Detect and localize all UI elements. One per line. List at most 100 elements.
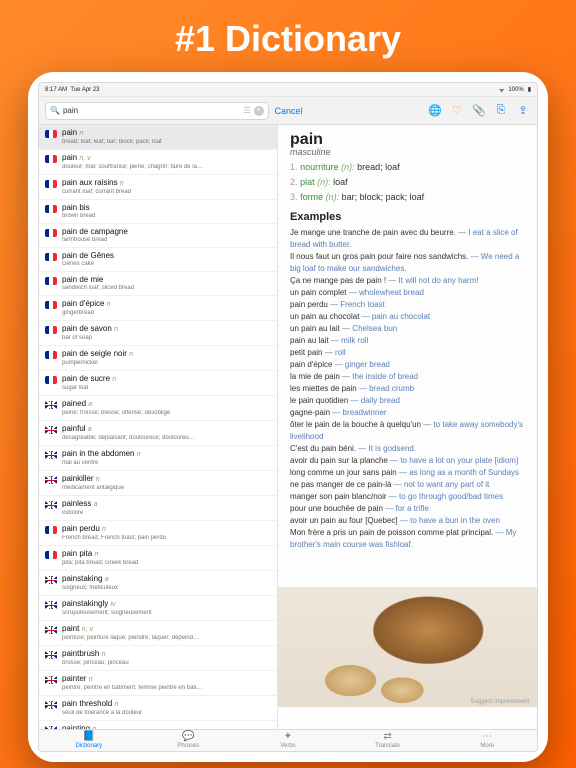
example: pain d'épice — ginger bread [290,359,525,371]
flag-icon [45,701,57,709]
cancel-button[interactable]: Cancel [275,106,303,116]
headword: pain de campagne [62,227,271,237]
flag-icon [45,476,57,484]
headword: painstaking a [62,574,271,585]
suggest-link[interactable]: Suggest improvement [471,699,529,705]
gloss: peiné; froissé; blessé; offensé; désobli… [62,410,271,417]
battery-icon: ▮ [528,86,531,93]
gloss: scrupuleusement; soigneusement [62,610,271,617]
list-item[interactable]: pain de GênesGênes cake [39,248,277,272]
list-item[interactable]: pain de miesandwich loaf; sliced bread [39,272,277,296]
list-item[interactable]: pain de sucre nsugar loaf [39,371,277,396]
tab-label: Dictionary [75,743,102,749]
flag-icon [45,301,57,309]
flag-icon [45,130,57,138]
gloss: seuil de tolérance à la douleur [62,710,271,717]
gloss: currant loaf; currant bread [62,189,271,196]
filter-icon[interactable]: ☰ [243,106,250,115]
book-icon[interactable]: ⎘ [493,103,509,119]
example: Ça ne mange pas de pain ! — It will not … [290,275,525,287]
example: long comme un jour sans pain — as long a… [290,467,525,479]
headword: pain aux raisins n [62,178,271,189]
headword: painter n [62,674,271,685]
list-item[interactable]: painter npeintre; peintre en bâtiment; f… [39,671,277,696]
example: gagne-pain — breadwinner [290,407,525,419]
headword: pain pita n [62,549,271,560]
list-item[interactable]: pain pita npita; pita bread; Greek bread [39,546,277,571]
flag-icon [45,376,57,384]
gloss: brosse; pinceau; pinceau [62,660,271,667]
list-item[interactable]: pain de seigle noir npumpernickel [39,346,277,371]
list-item[interactable]: painful adésagréable; déplaisant; doulou… [39,421,277,446]
detail-headword: pain [290,133,525,146]
list-item[interactable]: pain threshold nseuil de tolérance à la … [39,696,277,721]
list-item[interactable]: painkiller nmédicament antalgique [39,471,277,496]
example: ôter le pain de la bouche à quelqu'un — … [290,419,525,443]
tab-translate[interactable]: ⇄Translate [338,730,438,751]
tab-dictionary[interactable]: 📘Dictionary [39,730,139,751]
search-input[interactable] [63,106,240,115]
battery-pct: 100% [508,87,523,93]
tab-icon: 📘 [83,732,95,742]
sense: 3. forme (n): bar; block; pack; loaf [290,191,525,204]
gloss: brown bread [62,213,271,220]
list-item[interactable]: pain n, vdouleur; mal; souffrance; peine… [39,150,277,175]
list-item[interactable]: pain in the abdomen nmal au ventre [39,446,277,471]
example: petit pain — roll [290,347,525,359]
status-time: 8:17 AM [45,87,67,93]
list-item[interactable]: painstaking asoigneux; méticuleux [39,571,277,596]
flag-icon [45,155,57,163]
search-field[interactable]: 🔍 ☰ × [45,102,269,120]
list-item[interactable]: pain nbread; loaf; leaf; bar; block; pac… [39,125,277,150]
tab-verbs[interactable]: ✦Verbs [238,730,338,751]
list-item[interactable]: pain bisbrown bread [39,200,277,224]
gender: masculine [290,146,525,159]
hero-title: #1 Dictionary [175,18,401,60]
example: Je mange une tranche de pain avec du beu… [290,227,525,251]
gloss: pumpernickel [62,360,271,367]
list-item[interactable]: pain de savon nbar of soap [39,321,277,346]
headword: pain threshold n [62,699,271,710]
share-icon[interactable]: ⇪ [515,103,531,119]
gloss: bar of soap [62,335,271,342]
detail-pane: painmasculine 1. nourriture (n): bread; l… [278,125,537,729]
gloss: bread; loaf; leaf; bar; block; pack; loa… [62,139,271,146]
headword: pain in the abdomen n [62,449,271,460]
tab-phrases[interactable]: 💬Phrases [139,730,239,751]
gloss: Gênes cake [62,261,271,268]
example: le pain quotidien — daily bread [290,395,525,407]
example: Il nous faut un gros pain pour faire nos… [290,251,525,275]
tab-more[interactable]: ⋯More [437,730,537,751]
flag-icon [45,277,57,285]
heart-icon[interactable]: ♡ [449,103,465,119]
list-item[interactable]: paint n, vpeinture; peinture laque; pein… [39,621,277,646]
example: un pain au chocolat — pain au chocolat [290,311,525,323]
example: C'est du pain béni. — It is godsend. [290,443,525,455]
gloss: indolore [62,510,271,517]
results-list[interactable]: pain nbread; loaf; leaf; bar; block; pac… [39,125,278,729]
tab-label: Translate [375,743,400,749]
list-item[interactable]: pain aux raisins ncurrant loaf; currant … [39,175,277,200]
headword: pain de mie [62,275,271,285]
list-item[interactable]: painting ntravaux de peinture; peinture;… [39,721,277,729]
clip-icon[interactable]: 📎 [471,103,487,119]
list-item[interactable]: pained apeiné; froissé; blessé; offensé;… [39,396,277,421]
headword: pain de sucre n [62,374,271,385]
gloss: farmhouse bread [62,237,271,244]
globe-icon[interactable]: 🌐 [427,103,443,119]
list-item[interactable]: pain d'épice ngingerbread [39,296,277,321]
headword: pain perdu n [62,524,271,535]
list-item[interactable]: pain perdu nFrench bread; French toast; … [39,521,277,546]
gloss: peintre; peintre en bâtiment; femme pein… [62,685,271,692]
list-item[interactable]: painstakingly ivscrupuleusement; soigneu… [39,596,277,621]
list-item[interactable]: painless aindolore [39,496,277,521]
example: un pain au lait — Chelsea bun [290,323,525,335]
list-item[interactable]: paintbrush nbrosse; pinceau; pinceau [39,646,277,671]
clear-icon[interactable]: × [254,106,264,116]
flag-icon [45,205,57,213]
headword: pain d'épice n [62,299,271,310]
list-item[interactable]: pain de campagnefarmhouse bread [39,224,277,248]
tab-bar: 📘Dictionary💬Phrases✦Verbs⇄Translate⋯More [39,729,537,751]
sense: 1. nourriture (n): bread; loaf [290,161,525,174]
example: un pain complet — wholewheat bread [290,287,525,299]
